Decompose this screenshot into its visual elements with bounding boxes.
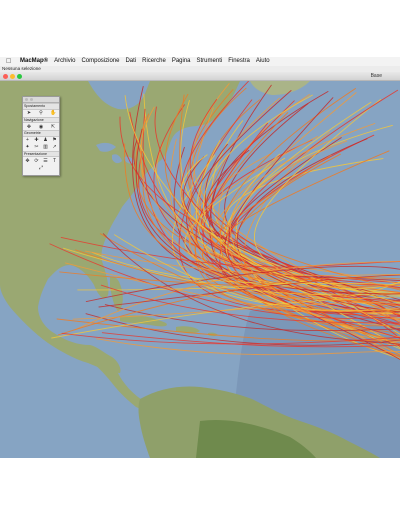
- close-window-button[interactable]: [3, 74, 8, 79]
- menu-dati[interactable]: Dati: [125, 57, 136, 66]
- palette-row-presentation-2: ⤢: [23, 164, 59, 171]
- window-title: Base: [370, 73, 382, 79]
- cross-icon[interactable]: ✦: [25, 144, 31, 150]
- minimize-window-button[interactable]: [10, 74, 15, 79]
- menu-archivio[interactable]: Archivio: [54, 57, 75, 66]
- select-arrow-icon[interactable]: ➤: [26, 110, 32, 116]
- palette-titlebar[interactable]: [23, 97, 59, 103]
- cut-icon[interactable]: ✂: [34, 144, 40, 150]
- menu-finestra[interactable]: Finestra: [228, 57, 250, 66]
- resize-icon[interactable]: ⤢: [38, 165, 44, 171]
- move-icon[interactable]: ✥: [25, 158, 31, 164]
- rotate-icon[interactable]: ⟳: [34, 158, 40, 164]
- palette-row-move: ➤ ⚲ ✋: [23, 110, 59, 117]
- map-canvas[interactable]: [0, 81, 400, 458]
- menu-app[interactable]: MacMap®: [20, 57, 48, 66]
- palette-row-geometry-1: + ✚ ♟ ⚑: [23, 137, 59, 144]
- palette-row-presentation: ✥ ⟳ ☰ T: [23, 157, 59, 164]
- pan-icon[interactable]: ✥: [26, 124, 32, 130]
- zoom-window-button[interactable]: [17, 74, 22, 79]
- menu-aiuto[interactable]: Aiuto: [256, 57, 270, 66]
- menu-bar:  MacMap® Archivio Composizione Dati Ric…: [0, 57, 400, 66]
- menu-pagina[interactable]: Pagina: [172, 57, 191, 66]
- tool-palette[interactable]: Spostamento ➤ ⚲ ✋ Navigazione ✥ ◉ ⇱ Geom…: [22, 96, 60, 176]
- hand-icon[interactable]: ✋: [50, 110, 56, 116]
- palette-minimize-button[interactable]: [30, 98, 33, 101]
- person-icon[interactable]: ♟: [43, 137, 49, 143]
- menu-ricerche[interactable]: Ricerche: [142, 57, 166, 66]
- zoom-icon[interactable]: ⚲: [38, 110, 44, 116]
- flag-icon[interactable]: ⚑: [52, 137, 58, 143]
- palette-row-navigation: ✥ ◉ ⇱: [23, 123, 59, 130]
- apple-logo-icon[interactable]: : [6, 57, 14, 66]
- window-titlebar: Base: [0, 72, 400, 81]
- align-icon[interactable]: ☰: [43, 158, 49, 164]
- add-point-icon[interactable]: +: [25, 137, 31, 143]
- palette-row-geometry-2: ✦ ✂ ▥ ↗: [23, 144, 59, 151]
- globe-icon[interactable]: ◉: [38, 124, 44, 130]
- scale-icon[interactable]: ⇱: [50, 124, 56, 130]
- menu-composizione[interactable]: Composizione: [81, 57, 119, 66]
- add-node-icon[interactable]: ✚: [34, 137, 40, 143]
- menu-strumenti[interactable]: Strumenti: [197, 57, 223, 66]
- map-svg[interactable]: [0, 81, 400, 458]
- palette-close-button[interactable]: [25, 98, 28, 101]
- text-icon[interactable]: T: [52, 158, 58, 164]
- measure-icon[interactable]: ↗: [52, 144, 58, 150]
- node-edit-icon[interactable]: ▥: [43, 144, 49, 150]
